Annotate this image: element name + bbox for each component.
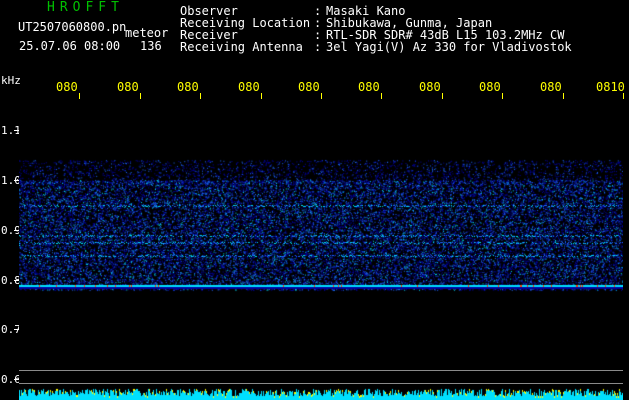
hrofft-screen: HROFFT UT2507060800.pn meteor 25.07.06 0… <box>0 0 629 400</box>
time-tick-mark <box>502 93 503 99</box>
time-tick-label: 080 <box>419 80 441 94</box>
time-tick-label: 080 <box>117 80 139 94</box>
time-tick-label: 080 <box>56 80 78 94</box>
app-title: HROFFT <box>47 0 124 15</box>
time-tick-mark <box>442 93 443 99</box>
time-tick-mark <box>79 93 80 99</box>
time-tick-label: 080 <box>298 80 320 94</box>
reference-line <box>19 370 623 371</box>
time-tick-mark <box>140 93 141 99</box>
time-tick-label: 080 <box>479 80 501 94</box>
frequency-unit-label: kHz <box>1 74 21 87</box>
meteor-label: meteor <box>125 26 169 40</box>
observation-datetime: 25.07.06 08:00 <box>19 39 121 53</box>
spectrogram-waterfall <box>19 100 623 388</box>
meteor-count: 136 <box>140 39 162 53</box>
time-tick-mark <box>381 93 382 99</box>
time-tick-label: 080 <box>540 80 562 94</box>
time-tick-mark <box>200 93 201 99</box>
time-tick-mark <box>623 93 624 99</box>
antenna-label: Receiving Antenna <box>180 40 303 54</box>
antenna-value: 3el Yagi(V) Az 330 for Vladivostok <box>326 40 572 54</box>
reference-line <box>19 383 623 384</box>
time-tick-label: 080 <box>177 80 199 94</box>
file-name: UT2507060800.pn <box>18 20 127 34</box>
antenna-colon: : <box>314 40 322 54</box>
signal-level-bar <box>19 388 623 400</box>
time-tick-mark <box>261 93 262 99</box>
time-tick-mark <box>321 93 322 99</box>
time-tick-label: 080 <box>238 80 260 94</box>
time-tick-label: 0810 <box>596 80 625 94</box>
time-tick-label: 080 <box>358 80 380 94</box>
time-tick-mark <box>563 93 564 99</box>
